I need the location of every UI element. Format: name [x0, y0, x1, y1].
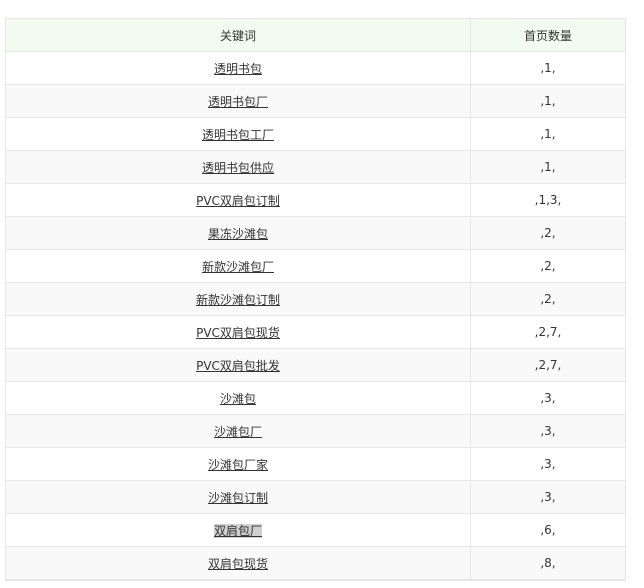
homepage-count-value: ,1,3, — [534, 193, 562, 207]
count-cell: ,1, — [470, 117, 626, 151]
homepage-count-value: ,1, — [540, 160, 556, 174]
count-cell: ,6, — [470, 513, 626, 547]
keyword-cell: 透明书包工厂 — [5, 117, 471, 151]
table-body: 透明书包 ,1, 透明书包厂 ,1, 透明书包工厂 ,1, 透明书包供应 ,1, PVC双肩包订… — [5, 51, 626, 580]
keyword-link[interactable]: 双肩包现货 — [208, 557, 268, 571]
count-cell: ,2,7, — [470, 315, 626, 349]
homepage-count-value: ,1, — [540, 61, 556, 75]
keyword-cell: PVC双肩包批发 — [5, 348, 471, 382]
keyword-link[interactable]: PVC双肩包批发 — [196, 359, 280, 373]
table-row: PVC双肩包批发 ,2,7, — [5, 348, 626, 382]
keyword-cell: 沙滩包订制 — [5, 480, 471, 514]
homepage-count-value: ,3, — [540, 424, 556, 438]
keyword-cell: 沙滩包 — [5, 381, 471, 415]
keyword-link[interactable]: 沙滩包厂 — [214, 425, 262, 439]
keyword-cell: 双肩包现货 — [5, 546, 471, 580]
table-row: 透明书包 ,1, — [5, 51, 626, 85]
keyword-cell: 透明书包厂 — [5, 84, 471, 118]
keyword-link[interactable]: 透明书包供应 — [202, 161, 274, 175]
keyword-cell: 双肩包厂 — [5, 513, 471, 547]
homepage-count-value: ,1, — [540, 94, 556, 108]
keyword-link[interactable]: 沙滩包 — [220, 392, 256, 406]
keyword-cell: 新款沙滩包订制 — [5, 282, 471, 316]
keyword-link[interactable]: 沙滩包订制 — [208, 491, 268, 505]
homepage-count-value: ,1, — [540, 127, 556, 141]
count-cell: ,2, — [470, 282, 626, 316]
count-cell: ,1, — [470, 150, 626, 184]
table-row: PVC双肩包订制 ,1,3, — [5, 183, 626, 217]
count-cell: ,2,7, — [470, 348, 626, 382]
count-cell: ,3, — [470, 447, 626, 481]
count-cell: ,3, — [470, 381, 626, 415]
table-row: 沙滩包厂家 ,3, — [5, 447, 626, 481]
table-row: 透明书包供应 ,1, — [5, 150, 626, 184]
keyword-link[interactable]: 双肩包厂 — [213, 523, 262, 538]
count-cell: ,3, — [470, 480, 626, 514]
column-header-keyword: 关键词 — [5, 18, 471, 52]
table-row: 果冻沙滩包 ,2, — [5, 216, 626, 250]
count-cell: ,2, — [470, 216, 626, 250]
keyword-link[interactable]: 透明书包厂 — [208, 95, 268, 109]
table-row: 沙滩包厂 ,3, — [5, 414, 626, 448]
homepage-count-value: ,3, — [540, 391, 556, 405]
keyword-link[interactable]: PVC双肩包订制 — [196, 194, 280, 208]
page: 关键词 首页数量 透明书包 ,1, 透明书包厂 ,1, 透明书包工厂 ,1, 透明书包供应,… — [0, 0, 644, 588]
keyword-link[interactable]: 新款沙滩包订制 — [196, 293, 280, 307]
table-row: 新款沙滩包厂 ,2, — [5, 249, 626, 283]
count-cell: ,1, — [470, 51, 626, 85]
homepage-count-value: ,2, — [540, 292, 556, 306]
keyword-link[interactable]: 沙滩包厂家 — [208, 458, 268, 472]
count-cell: ,2, — [470, 249, 626, 283]
keyword-cell: PVC双肩包现货 — [5, 315, 471, 349]
table-row: PVC双肩包现货 ,2,7, — [5, 315, 626, 349]
table-row: 双肩包现货 ,8, — [5, 546, 626, 580]
keyword-ranking-table: 关键词 首页数量 透明书包 ,1, 透明书包厂 ,1, 透明书包工厂 ,1, 透明书包供应,… — [5, 18, 626, 580]
count-cell: ,8, — [470, 546, 626, 580]
keyword-link[interactable]: 透明书包 — [214, 62, 262, 76]
homepage-count-value: ,6, — [540, 523, 556, 537]
keyword-link[interactable]: PVC双肩包现货 — [196, 326, 280, 340]
homepage-count-value: ,2, — [540, 226, 556, 240]
keyword-cell: 沙滩包厂家 — [5, 447, 471, 481]
keyword-link[interactable]: 新款沙滩包厂 — [202, 260, 274, 274]
column-header-count: 首页数量 — [470, 18, 626, 52]
count-cell: ,1,3, — [470, 183, 626, 217]
count-cell: ,3, — [470, 414, 626, 448]
count-cell: ,1, — [470, 84, 626, 118]
homepage-count-value: ,3, — [540, 490, 556, 504]
homepage-count-value: ,2, — [540, 259, 556, 273]
table-row: 透明书包厂 ,1, — [5, 84, 626, 118]
keyword-cell: 果冻沙滩包 — [5, 216, 471, 250]
table-row: 沙滩包订制 ,3, — [5, 480, 626, 514]
table-header: 关键词 首页数量 — [5, 18, 626, 52]
keyword-cell: 透明书包供应 — [5, 150, 471, 184]
homepage-count-value: ,2,7, — [534, 358, 562, 372]
table-row: 双肩包厂 ,6, — [5, 513, 626, 547]
keyword-cell: 透明书包 — [5, 51, 471, 85]
bottom-divider — [5, 580, 625, 581]
header-row: 关键词 首页数量 — [5, 18, 626, 52]
homepage-count-value: ,8, — [540, 556, 556, 570]
keyword-cell: PVC双肩包订制 — [5, 183, 471, 217]
keyword-cell: 新款沙滩包厂 — [5, 249, 471, 283]
keyword-cell: 沙滩包厂 — [5, 414, 471, 448]
table-row: 沙滩包 ,3, — [5, 381, 626, 415]
homepage-count-value: ,3, — [540, 457, 556, 471]
keyword-link[interactable]: 透明书包工厂 — [202, 128, 274, 142]
table-row: 透明书包工厂 ,1, — [5, 117, 626, 151]
homepage-count-value: ,2,7, — [534, 325, 562, 339]
table-row: 新款沙滩包订制 ,2, — [5, 282, 626, 316]
keyword-link[interactable]: 果冻沙滩包 — [208, 227, 268, 241]
